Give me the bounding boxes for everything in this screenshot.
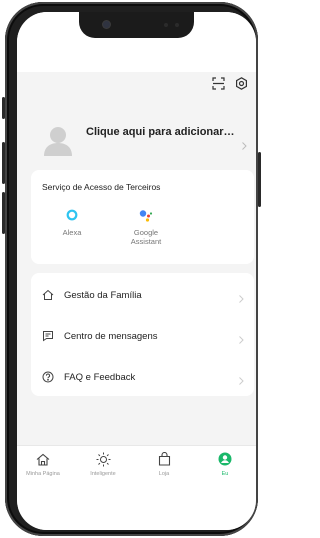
menu-item-messages[interactable]: Centro de mensagens	[31, 317, 254, 355]
chevron-right-icon	[239, 331, 244, 349]
tab-label: Loja	[158, 471, 170, 477]
profile-title: Clique aqui para adicionar n...	[86, 126, 236, 138]
tab-me[interactable]: Eu	[201, 450, 249, 477]
menu-item-faq[interactable]: FAQ e Feedback	[31, 358, 254, 396]
home-icon	[19, 450, 67, 468]
chevron-right-icon	[239, 372, 244, 390]
chevron-right-icon	[239, 290, 244, 308]
tab-home[interactable]: Minha Página	[19, 450, 67, 477]
third-party-card: Serviço de Acesso de Terceiros Alexa Goo…	[31, 170, 254, 264]
phone-frame: Clique aqui para adicionar n... Serviço …	[2, 2, 261, 536]
service-label: Google Assistant	[130, 228, 162, 246]
side-button	[2, 142, 5, 184]
tab-smart[interactable]: Inteligente	[79, 450, 127, 477]
google-assistant-icon	[116, 208, 176, 222]
menu-item-family[interactable]: Gestão da Família	[31, 276, 254, 314]
chevron-right-icon	[242, 137, 247, 155]
home-icon	[41, 288, 55, 302]
settings-icon[interactable]	[234, 76, 248, 90]
sun-icon	[79, 450, 127, 468]
alexa-service[interactable]: Alexa	[42, 208, 102, 237]
person-icon	[201, 450, 249, 468]
sensor	[175, 23, 179, 27]
tab-store[interactable]: Loja	[140, 450, 188, 477]
profile-row[interactable]: Clique aqui para adicionar n...	[17, 108, 256, 164]
tab-label: Inteligente	[90, 471, 116, 477]
help-icon	[41, 370, 55, 384]
google-assistant-service[interactable]: Google Assistant	[116, 208, 176, 246]
tab-label: Eu	[221, 471, 229, 477]
notch	[79, 12, 194, 38]
menu-card: Gestão da Família Centro de mensagens FA	[31, 273, 254, 396]
home-indicator-area	[17, 492, 256, 530]
top-actions	[211, 76, 248, 90]
side-button	[2, 192, 5, 234]
service-label: Alexa	[62, 228, 82, 237]
sensor	[164, 23, 168, 27]
app-screen: Clique aqui para adicionar n... Serviço …	[17, 12, 256, 530]
message-icon	[41, 329, 55, 343]
tab-label: Minha Página	[26, 471, 60, 477]
menu-label: Gestão da Família	[64, 289, 142, 301]
menu-label: FAQ e Feedback	[64, 371, 136, 383]
avatar	[42, 124, 74, 156]
side-button	[2, 97, 5, 119]
front-camera	[103, 21, 110, 28]
tab-bar: Minha Página Inteligente Loja Eu	[17, 445, 256, 492]
shopping-bag-icon	[140, 450, 188, 468]
alexa-icon	[42, 208, 102, 222]
scan-icon[interactable]	[211, 76, 225, 90]
menu-label: Centro de mensagens	[64, 330, 158, 342]
side-button	[258, 152, 261, 207]
third-party-title: Serviço de Acesso de Terceiros	[42, 182, 161, 192]
